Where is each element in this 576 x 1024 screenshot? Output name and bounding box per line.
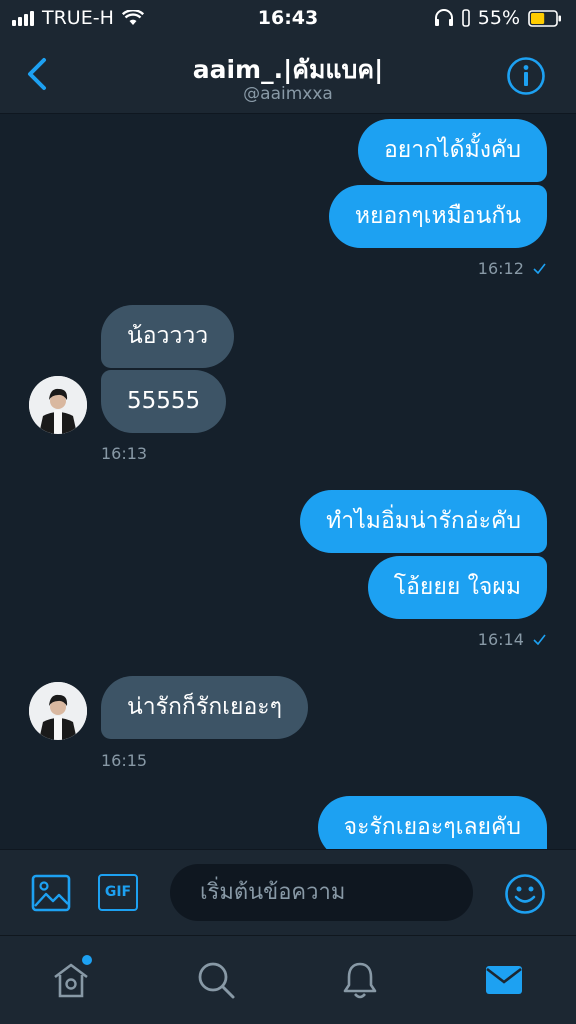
home-icon[interactable]: [51, 960, 91, 1000]
message-bubble-outgoing[interactable]: จะรักเยอะๆเลยคับ: [317, 796, 547, 849]
avatar[interactable]: [29, 376, 87, 434]
message-bubble-incoming[interactable]: 55555: [101, 370, 227, 433]
message-bubble-outgoing[interactable]: ทำไมอิ่มน่ารักอ่ะคับ: [300, 490, 547, 553]
message-bubble-incoming[interactable]: น้อวววว: [101, 305, 235, 368]
status-bar: TRUE-H 16:43 55%: [0, 0, 576, 38]
gif-button[interactable]: GIF: [98, 874, 138, 911]
gif-label: GIF: [104, 884, 132, 900]
emoji-icon[interactable]: [504, 873, 546, 915]
message-bubble-outgoing[interactable]: หยอกๆเหมือนกัน: [328, 185, 547, 248]
message-composer: GIF: [0, 849, 576, 935]
tab-bar: [0, 935, 576, 1024]
messages-icon[interactable]: [484, 960, 524, 1000]
battery-icon: [528, 9, 561, 27]
conversation-handle: @aaimxxa: [243, 84, 333, 104]
battery-percent: 55%: [477, 7, 520, 29]
conversation-header: aaim_.|คัมแบค| @aaimxxa: [0, 38, 576, 114]
headphones-icon: [434, 9, 453, 26]
message-input[interactable]: [170, 864, 473, 921]
image-icon[interactable]: [31, 874, 71, 912]
sent-check-icon: [533, 263, 546, 275]
info-icon[interactable]: [506, 56, 546, 96]
message-list[interactable]: อยากได้มั้งคับ หยอกๆเหมือนกัน 16:12 น้อว…: [0, 114, 576, 849]
sent-check-icon: [533, 634, 546, 646]
message-bubble-outgoing[interactable]: โอ้ยยย ใจผม: [367, 556, 547, 619]
notifications-icon[interactable]: [340, 960, 380, 1000]
orientation-lock-icon: [461, 9, 470, 27]
message-time: 16:13: [101, 444, 148, 463]
message-time: 16:14: [478, 630, 546, 649]
search-icon[interactable]: [196, 960, 236, 1000]
message-bubble-incoming[interactable]: น่ารักก็รักเยอะๆ: [101, 676, 308, 739]
avatar[interactable]: [29, 682, 87, 740]
message-bubble-outgoing[interactable]: อยากได้มั้งคับ: [357, 119, 547, 182]
message-time: 16:15: [101, 751, 148, 770]
message-time: 16:12: [478, 259, 546, 278]
notification-dot: [82, 955, 92, 965]
